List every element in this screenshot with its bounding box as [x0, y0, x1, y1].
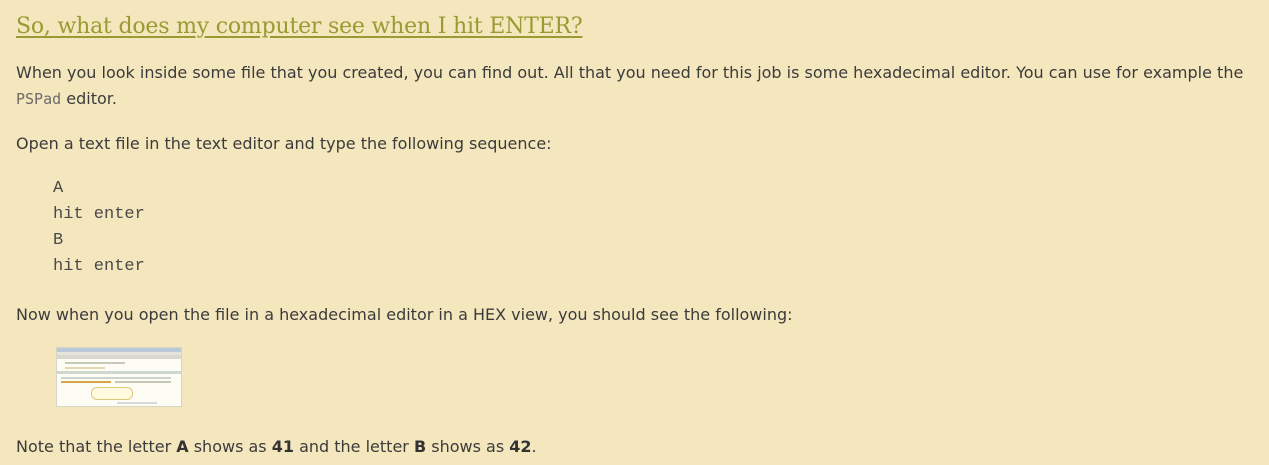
note-text: shows as — [426, 437, 510, 456]
code-line: hit enter — [53, 257, 145, 276]
pspad-code: PSPad — [16, 90, 62, 108]
intro-text-end: editor. — [61, 89, 117, 108]
code-line: B — [53, 231, 64, 250]
note-text: . — [531, 437, 537, 456]
code-line: A — [53, 179, 64, 198]
hex-value-a: 41 — [271, 437, 294, 456]
note-text: Note that the letter — [16, 437, 177, 456]
letter-a: A — [176, 437, 189, 456]
letter-b: B — [413, 437, 427, 456]
note-text: shows as — [188, 437, 272, 456]
hex-value-b: 42 — [509, 437, 532, 456]
section-heading-link[interactable]: So, what does my computer see when I hit… — [16, 14, 583, 39]
code-line: hit enter — [53, 205, 145, 224]
hex-view-paragraph: Now when you open the file in a hexadeci… — [16, 305, 793, 324]
code-block: Ahit enter Bhit enter — [53, 176, 145, 280]
intro-paragraph: When you look inside some file that you … — [16, 60, 1261, 112]
note-paragraph: Note that the letter A shows as 41 and t… — [16, 434, 537, 460]
intro-text: When you look inside some file that you … — [16, 63, 1244, 82]
note-text: and the letter — [293, 437, 414, 456]
instruction-paragraph: Open a text file in the text editor and … — [16, 134, 552, 153]
hex-editor-screenshot-thumbnail[interactable] — [56, 347, 182, 407]
